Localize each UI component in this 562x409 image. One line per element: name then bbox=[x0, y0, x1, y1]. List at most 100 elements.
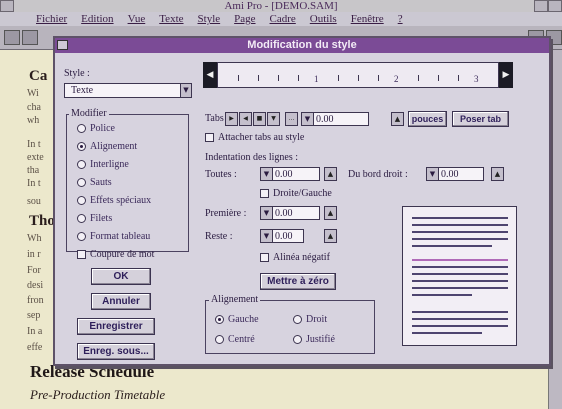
ruler-tick bbox=[458, 75, 459, 81]
modifier-group-label: Modifier bbox=[69, 108, 109, 119]
radio-interligne[interactable]: Interligne bbox=[77, 159, 129, 170]
doc-line: In t bbox=[27, 139, 41, 150]
enreg-sous-button[interactable]: Enreg. sous... bbox=[77, 343, 155, 360]
doc-line: desi bbox=[27, 280, 44, 291]
menu-texte[interactable]: Texte bbox=[159, 12, 183, 26]
spin-up-icon[interactable]: ▲ bbox=[324, 167, 337, 181]
coupure-de-mot-checkbox[interactable]: Coupure de mot bbox=[77, 249, 154, 260]
tab-left-align-icon[interactable]: ▶ bbox=[225, 112, 238, 126]
menu-outils[interactable]: Outils bbox=[310, 12, 337, 26]
spin-down-icon[interactable]: ▼ bbox=[261, 168, 273, 180]
ruler-number: 1 bbox=[314, 74, 319, 84]
dialog-title-bar[interactable]: Modification du style bbox=[55, 38, 549, 53]
spin-down-icon[interactable]: ▼ bbox=[261, 230, 273, 242]
dropdown-arrow-icon[interactable]: ▼ bbox=[180, 84, 191, 97]
spin-up-icon[interactable]: ▲ bbox=[491, 167, 504, 181]
screen: Ami Pro - [DEMO.SAM] Fichier Edition Vue… bbox=[0, 0, 562, 409]
radio-centre[interactable]: Centré bbox=[215, 334, 255, 345]
alinea-negatif-checkbox[interactable]: Alinéa négatif bbox=[260, 252, 330, 263]
ruler-tick bbox=[258, 75, 259, 81]
app-title-bar: Ami Pro - [DEMO.SAM] bbox=[0, 0, 562, 12]
tabs-position-input[interactable]: ▼ 0.00 bbox=[301, 112, 369, 126]
menu-vue[interactable]: Vue bbox=[128, 12, 146, 26]
menu-fichier[interactable]: Fichier bbox=[36, 12, 67, 26]
menu-fenetre[interactable]: Fenêtre bbox=[351, 12, 384, 26]
poser-tab-button[interactable]: Poser tab bbox=[452, 111, 509, 127]
spin-down-icon[interactable]: ▼ bbox=[261, 207, 273, 219]
minimize-icon[interactable] bbox=[534, 0, 548, 12]
radio-label: Justifié bbox=[306, 334, 335, 345]
ruler-number: 3 bbox=[474, 74, 479, 84]
preview-line bbox=[412, 273, 508, 275]
mettre-a-zero-button[interactable]: Mettre à zéro bbox=[260, 273, 336, 290]
pouces-button[interactable]: pouces bbox=[408, 111, 447, 127]
preview-line bbox=[412, 294, 472, 296]
spin-up-icon[interactable]: ▲ bbox=[324, 206, 337, 220]
radio-justifie[interactable]: Justifié bbox=[293, 334, 335, 345]
dialog-close-icon[interactable] bbox=[57, 40, 68, 50]
toolbar-icon[interactable] bbox=[22, 30, 38, 45]
menu-style[interactable]: Style bbox=[198, 12, 221, 26]
radio-icon bbox=[77, 196, 86, 205]
radio-effets-speciaux[interactable]: Effets spéciaux bbox=[77, 195, 151, 206]
toolbar-icon[interactable] bbox=[4, 30, 20, 45]
radio-droit[interactable]: Droit bbox=[293, 314, 327, 325]
menu-cadre[interactable]: Cadre bbox=[270, 12, 296, 26]
ruler-tick bbox=[438, 75, 439, 81]
radio-format-tableau[interactable]: Format tableau bbox=[77, 231, 150, 242]
enregistrer-button[interactable]: Enregistrer bbox=[77, 318, 155, 335]
preview-line bbox=[412, 311, 508, 313]
ruler-number: 2 bbox=[394, 74, 399, 84]
radio-selected-icon bbox=[215, 315, 224, 324]
dialog-title: Modification du style bbox=[247, 39, 357, 51]
reste-input[interactable]: ▼ 0.00 bbox=[260, 229, 304, 243]
tab-right-align-icon[interactable]: ◀ bbox=[239, 112, 252, 126]
maximize-icon[interactable] bbox=[548, 0, 562, 12]
ok-button[interactable]: OK bbox=[91, 268, 151, 285]
menu-edition[interactable]: Edition bbox=[81, 12, 113, 26]
alignement-group-label: Alignement bbox=[209, 294, 261, 305]
tab-numeric-align-icon[interactable]: ■ bbox=[253, 112, 266, 126]
preview-line bbox=[412, 217, 508, 219]
radio-alignement[interactable]: Alignement bbox=[77, 141, 137, 152]
preview-line bbox=[412, 245, 492, 247]
tab-ruler[interactable]: 1 2 3 bbox=[217, 62, 499, 88]
doc-line: wh bbox=[27, 115, 40, 126]
ruler-scroll-right-icon[interactable]: ▶ bbox=[499, 62, 513, 88]
preview-line bbox=[412, 318, 508, 320]
attacher-tabs-checkbox[interactable]: Attacher tabs au style bbox=[205, 132, 304, 143]
radio-label: Police bbox=[90, 123, 115, 134]
preview-line bbox=[412, 238, 508, 240]
radio-icon bbox=[77, 214, 86, 223]
spin-down-icon[interactable]: ▼ bbox=[302, 113, 314, 125]
premiere-input[interactable]: ▼ 0.00 bbox=[260, 206, 320, 220]
radio-filets[interactable]: Filets bbox=[77, 213, 112, 224]
bord-droit-input[interactable]: ▼ 0.00 bbox=[426, 167, 484, 181]
radio-gauche[interactable]: Gauche bbox=[215, 314, 259, 325]
droite-gauche-checkbox[interactable]: Droite/Gauche bbox=[260, 188, 332, 199]
ruler-scroll-left-icon[interactable]: ◀ bbox=[203, 62, 217, 88]
radio-police[interactable]: Police bbox=[77, 123, 115, 134]
radio-sauts[interactable]: Sauts bbox=[77, 177, 112, 188]
app-title: Ami Pro - [DEMO.SAM] bbox=[224, 0, 338, 12]
radio-label: Sauts bbox=[90, 177, 112, 188]
system-menu-icon[interactable] bbox=[0, 0, 14, 12]
ruler-tick bbox=[298, 75, 299, 81]
radio-icon bbox=[293, 315, 302, 324]
doc-line: tha bbox=[27, 165, 40, 176]
radio-icon bbox=[77, 232, 86, 241]
radio-icon bbox=[77, 178, 86, 187]
spin-up-icon[interactable]: ▲ bbox=[324, 229, 337, 243]
spin-up-icon[interactable]: ▲ bbox=[391, 112, 404, 126]
annuler-button[interactable]: Annuler bbox=[91, 293, 151, 310]
spin-down-icon[interactable]: ▼ bbox=[427, 168, 439, 180]
menu-help[interactable]: ? bbox=[398, 12, 403, 26]
toutes-input[interactable]: ▼ 0.00 bbox=[260, 167, 320, 181]
tab-leader-icon[interactable]: … bbox=[285, 112, 298, 126]
menu-page[interactable]: Page bbox=[234, 12, 255, 26]
style-select[interactable]: Texte ▼ bbox=[64, 83, 192, 98]
doc-line: Wi bbox=[27, 88, 39, 99]
style-label: Style : bbox=[64, 68, 90, 79]
reste-label: Reste : bbox=[205, 231, 233, 242]
tab-center-align-icon[interactable]: ▼ bbox=[267, 112, 280, 126]
